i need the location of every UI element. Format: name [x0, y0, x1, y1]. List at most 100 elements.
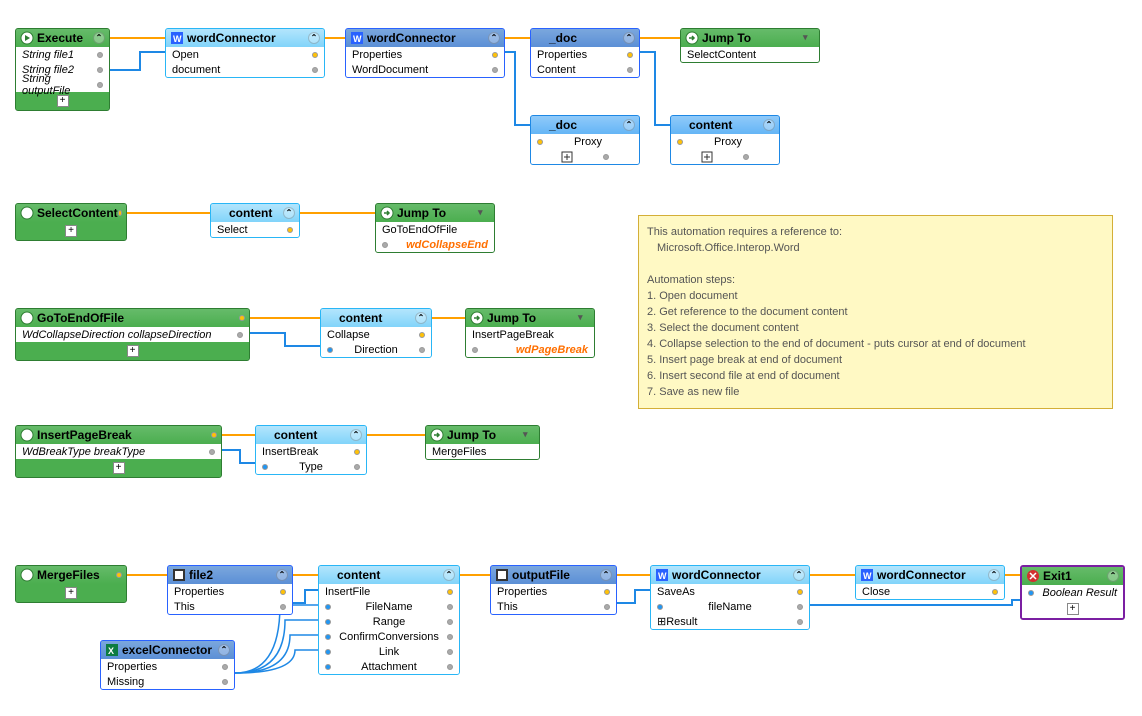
output-port[interactable] — [447, 619, 453, 625]
jumpto-insertpb-node[interactable]: Jump To▾ InsertPageBreak wdPageBreak — [465, 308, 595, 358]
collapse-icon[interactable]: ⌃ — [283, 207, 295, 219]
output-port[interactable] — [743, 154, 749, 160]
input-port[interactable] — [472, 347, 478, 353]
collapse-icon[interactable]: ⌃ — [93, 32, 105, 44]
output-port[interactable] — [97, 52, 103, 58]
collapse-icon[interactable]: ⌃ — [763, 119, 775, 131]
input-port[interactable] — [325, 649, 331, 655]
content-insertfile-node[interactable]: content⌃ InsertFile FileName Range Confi… — [318, 565, 460, 675]
input-port[interactable] — [325, 619, 331, 625]
wordconnector-close-node[interactable]: WwordConnector⌃ Close — [855, 565, 1005, 600]
output-port[interactable] — [209, 449, 215, 455]
insertpagebreak-node[interactable]: InsertPageBreak WdBreakType breakType + — [15, 425, 222, 478]
output-port[interactable] — [492, 67, 498, 73]
output-port[interactable] — [797, 589, 803, 595]
dropdown-icon[interactable]: ▾ — [523, 429, 535, 441]
output-port[interactable] — [447, 664, 453, 670]
output-port[interactable] — [797, 604, 803, 610]
dropdown-icon[interactable]: ▾ — [478, 207, 490, 219]
expand-button[interactable]: + — [65, 225, 77, 237]
expand-button[interactable]: + — [113, 462, 125, 474]
output-port[interactable] — [280, 604, 286, 610]
content-collapse-node[interactable]: content⌃ Collapse Direction — [320, 308, 432, 358]
content-select-node[interactable]: content⌃ Select — [210, 203, 300, 238]
collapse-icon[interactable]: ⌃ — [488, 32, 500, 44]
collapse-icon[interactable]: ⌃ — [415, 312, 427, 324]
output-port[interactable] — [312, 52, 318, 58]
input-port[interactable] — [677, 139, 683, 145]
gotoendoffile-node[interactable]: GoToEndOfFile WdCollapseDirection collap… — [15, 308, 250, 361]
output-port[interactable] — [492, 52, 498, 58]
input-port[interactable] — [537, 139, 543, 145]
output-port[interactable] — [419, 347, 425, 353]
collapse-icon[interactable]: ⌃ — [988, 569, 1000, 581]
collapse-icon[interactable]: ⌃ — [218, 644, 230, 656]
expand-button[interactable]: + — [127, 345, 139, 357]
expand-button[interactable]: + — [57, 95, 69, 107]
output-port[interactable] — [354, 449, 360, 455]
output-port[interactable] — [97, 82, 103, 88]
doc-proxy-node[interactable]: _doc⌃ Proxy — [530, 115, 640, 165]
wordconnector-saveas-node[interactable]: WwordConnector⌃ SaveAs fileName ⊞Result — [650, 565, 810, 630]
exit-node[interactable]: Exit1⌃ Boolean Result + — [1020, 565, 1125, 620]
selectcontent-node[interactable]: SelectContent + — [15, 203, 127, 241]
output-port[interactable] — [992, 589, 998, 595]
collapse-icon[interactable]: ⌃ — [308, 32, 320, 44]
content-proxy-node[interactable]: content⌃ Proxy — [670, 115, 780, 165]
collapse-icon[interactable]: ⌃ — [793, 569, 805, 581]
input-port[interactable] — [382, 242, 388, 248]
input-port[interactable] — [325, 634, 331, 640]
output-port[interactable] — [237, 332, 243, 338]
outputfile-node[interactable]: outputFile⌃ Properties This — [490, 565, 617, 615]
output-port[interactable] — [627, 67, 633, 73]
collapse-icon[interactable]: ⌃ — [350, 429, 362, 441]
wordconnector-open-node[interactable]: WwordConnector⌃ Open document — [165, 28, 325, 78]
output-port[interactable] — [211, 432, 217, 438]
collapse-icon[interactable]: ⌃ — [276, 569, 288, 581]
wordconnector-props-node[interactable]: WwordConnector⌃ Properties WordDocument — [345, 28, 505, 78]
jumpto-gotoend-node[interactable]: Jump To▾ GoToEndOfFile wdCollapseEnd — [375, 203, 495, 253]
content-insertbreak-node[interactable]: content⌃ InsertBreak Type — [255, 425, 367, 475]
output-port[interactable] — [222, 664, 228, 670]
excelconnector-node[interactable]: XexcelConnector⌃ Properties Missing — [100, 640, 235, 690]
output-port[interactable] — [447, 589, 453, 595]
jumpto-mergefiles-node[interactable]: Jump To▾ MergeFiles — [425, 425, 540, 460]
input-port[interactable] — [1028, 590, 1034, 596]
output-port[interactable] — [603, 154, 609, 160]
output-port[interactable] — [312, 67, 318, 73]
output-port[interactable] — [287, 227, 293, 233]
output-port[interactable] — [447, 649, 453, 655]
collapse-icon[interactable]: ⌃ — [623, 119, 635, 131]
output-port[interactable] — [797, 619, 803, 625]
collapse-icon[interactable]: ⌃ — [600, 569, 612, 581]
dropdown-icon[interactable]: ▾ — [803, 32, 815, 44]
input-port[interactable] — [327, 347, 333, 353]
collapse-icon[interactable]: ⌃ — [623, 32, 635, 44]
mergefiles-node[interactable]: MergeFiles + — [15, 565, 127, 603]
jumpto-selectcontent-node[interactable]: Jump To▾ SelectContent — [680, 28, 820, 63]
output-port[interactable] — [116, 572, 122, 578]
doc-props-node[interactable]: _doc⌃ Properties Content — [530, 28, 640, 78]
output-port[interactable] — [118, 210, 122, 216]
collapse-icon[interactable]: ⌃ — [443, 569, 455, 581]
expand-button[interactable]: + — [1067, 603, 1079, 615]
output-port[interactable] — [627, 52, 633, 58]
output-port[interactable] — [604, 604, 610, 610]
output-port[interactable] — [447, 604, 453, 610]
input-port[interactable] — [657, 604, 663, 610]
input-port[interactable] — [325, 604, 331, 610]
output-port[interactable] — [239, 315, 245, 321]
collapse-icon[interactable]: ⌃ — [1107, 570, 1119, 582]
output-port[interactable] — [604, 589, 610, 595]
output-port[interactable] — [447, 634, 453, 640]
output-port[interactable] — [97, 67, 103, 73]
output-port[interactable] — [354, 464, 360, 470]
input-port[interactable] — [262, 464, 268, 470]
file2-node[interactable]: file2⌃ Properties This — [167, 565, 293, 615]
output-port[interactable] — [280, 589, 286, 595]
expand-button[interactable]: + — [65, 587, 77, 599]
dropdown-icon[interactable]: ▾ — [578, 312, 590, 324]
output-port[interactable] — [222, 679, 228, 685]
output-port[interactable] — [419, 332, 425, 338]
execute-node[interactable]: Execute⌃ String file1 String file2 Strin… — [15, 28, 110, 111]
